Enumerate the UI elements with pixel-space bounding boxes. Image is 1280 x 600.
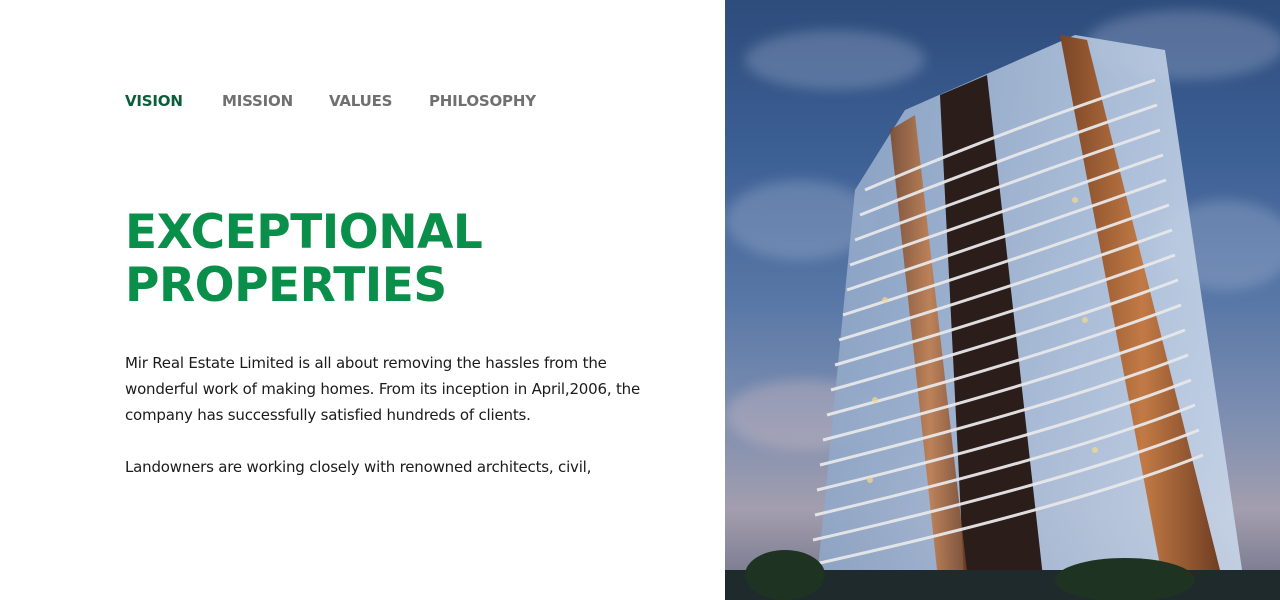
description-paragraph-2: Landowners are working closely with reno… [125,458,592,476]
tab-philosophy[interactable]: PHILOSOPHY [429,92,536,110]
tower-illustration [725,35,1280,600]
tab-vision[interactable]: VISION [125,92,222,110]
tab-mission[interactable]: MISSION [222,92,329,110]
tab-values[interactable]: VALUES [329,92,429,110]
page-title-line-1: EXCEPTIONAL [125,205,483,260]
tab-bar: VISION MISSION VALUES PHILOSOPHY [125,92,536,110]
description: Mir Real Estate Limited is all about rem… [125,350,645,506]
page-title: EXCEPTIONAL PROPERTIES [125,205,483,313]
description-paragraph-1: Mir Real Estate Limited is all about rem… [125,354,640,424]
building-photo [725,0,1280,600]
content-panel: VISION MISSION VALUES PHILOSOPHY EXCEPTI… [0,0,725,600]
page-title-line-2: PROPERTIES [125,258,447,313]
